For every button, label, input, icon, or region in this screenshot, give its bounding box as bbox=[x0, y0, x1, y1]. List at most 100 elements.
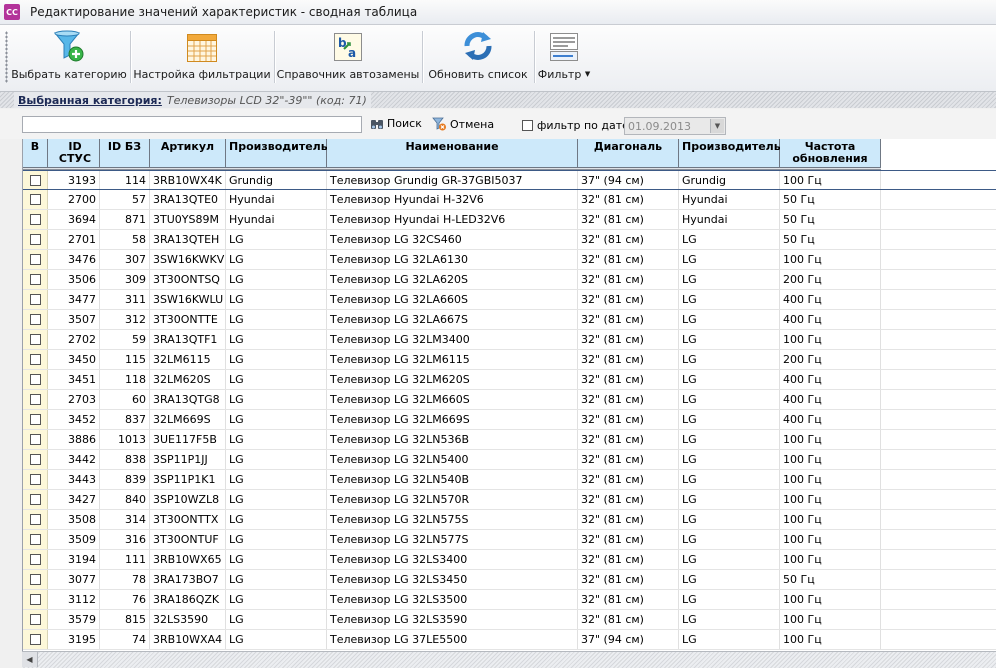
table-row[interactable]: 3477 311 3SW16KWLU LG Телевизор LG 32LA660S 3… bbox=[23, 290, 996, 310]
table-cell[interactable]: LG bbox=[679, 330, 780, 349]
table-cell[interactable]: 32" (81 см) bbox=[578, 450, 679, 469]
table-cell[interactable]: 3509 bbox=[48, 530, 100, 549]
table-cell[interactable]: LG bbox=[679, 310, 780, 329]
table-cell[interactable]: 3T30ONTSQ bbox=[150, 270, 226, 289]
table-cell[interactable]: 100 Гц bbox=[780, 590, 881, 609]
table-cell[interactable]: Телевизор LG 37LE5500 bbox=[327, 630, 578, 649]
select-category-button[interactable]: Выбрать категорию bbox=[11, 25, 127, 89]
table-cell[interactable]: Телевизор LG 32LM620S bbox=[327, 370, 578, 389]
table-cell[interactable]: 32" (81 см) bbox=[578, 330, 679, 349]
table-cell[interactable]: 3886 bbox=[48, 430, 100, 449]
row-checkbox[interactable] bbox=[29, 274, 41, 285]
table-cell[interactable]: 3RA13QTE0 bbox=[150, 190, 226, 209]
table-cell[interactable]: Телевизор LG 32LN570R bbox=[327, 490, 578, 509]
table-cell[interactable]: 3RB10WX4K bbox=[150, 171, 226, 189]
table-cell[interactable]: Hyundai bbox=[226, 190, 327, 209]
table-cell[interactable]: Телевизор LG 32LA660S bbox=[327, 290, 578, 309]
horizontal-scrollbar[interactable]: ◀ bbox=[22, 651, 996, 668]
table-cell[interactable]: LG bbox=[679, 510, 780, 529]
column-header-checkbox[interactable]: B bbox=[23, 139, 48, 168]
table-cell[interactable]: 32" (81 см) bbox=[578, 270, 679, 289]
table-row[interactable]: 3506 309 3T30ONTSQ LG Телевизор LG 32LA620S 3… bbox=[23, 270, 996, 290]
table-cell[interactable]: 37" (94 см) bbox=[578, 171, 679, 189]
table-cell[interactable]: LG bbox=[679, 490, 780, 509]
row-checkbox-cell[interactable] bbox=[23, 350, 48, 369]
row-checkbox[interactable] bbox=[29, 614, 41, 625]
table-row[interactable]: 3442 838 3SP11P1JJ LG Телевизор LG 32LN5400 3… bbox=[23, 450, 996, 470]
table-cell[interactable]: 3508 bbox=[48, 510, 100, 529]
row-checkbox-cell[interactable] bbox=[23, 171, 48, 189]
table-cell[interactable]: 200 Гц bbox=[780, 350, 881, 369]
column-header-manufacturer-2[interactable]: Производитель bbox=[679, 139, 781, 168]
table-row[interactable]: 3112 76 3RA186QZK LG Телевизор LG 32LS3500 32… bbox=[23, 590, 996, 610]
table-row[interactable]: 3450 115 32LM6115 LG Телевизор LG 32LM6115 32… bbox=[23, 350, 996, 370]
table-cell[interactable]: 3RA13QTEH bbox=[150, 230, 226, 249]
date-filter-check[interactable] bbox=[522, 120, 533, 131]
row-checkbox-cell[interactable] bbox=[23, 610, 48, 629]
row-checkbox[interactable] bbox=[29, 374, 41, 385]
row-checkbox[interactable] bbox=[29, 254, 41, 265]
table-cell[interactable]: LG bbox=[679, 230, 780, 249]
table-cell[interactable]: LG bbox=[226, 550, 327, 569]
table-cell[interactable]: LG bbox=[679, 530, 780, 549]
table-cell[interactable]: 32" (81 см) bbox=[578, 190, 679, 209]
table-cell[interactable]: Телевизор Grundig GR-37GBI5037 bbox=[327, 171, 578, 189]
table-cell[interactable]: 58 bbox=[100, 230, 150, 249]
table-cell[interactable]: LG bbox=[679, 430, 780, 449]
table-cell[interactable]: 100 Гц bbox=[780, 330, 881, 349]
table-cell[interactable]: Телевизор LG 32LN5400 bbox=[327, 450, 578, 469]
table-cell[interactable]: LG bbox=[679, 450, 780, 469]
table-cell[interactable]: LG bbox=[679, 370, 780, 389]
table-cell[interactable]: 2701 bbox=[48, 230, 100, 249]
table-cell[interactable]: LG bbox=[226, 290, 327, 309]
table-cell[interactable]: 3SP11P1K1 bbox=[150, 470, 226, 489]
table-cell[interactable]: Grundig bbox=[679, 171, 780, 189]
table-cell[interactable]: 839 bbox=[100, 470, 150, 489]
row-checkbox[interactable] bbox=[29, 394, 41, 405]
column-header-id-bz[interactable]: ID БЗ bbox=[100, 139, 150, 168]
table-cell[interactable]: 2703 bbox=[48, 390, 100, 409]
table-cell[interactable]: 3193 bbox=[48, 171, 100, 189]
table-cell[interactable]: 50 Гц bbox=[780, 190, 881, 209]
table-cell[interactable]: Телевизор LG 32LS3500 bbox=[327, 590, 578, 609]
table-cell[interactable]: 3112 bbox=[48, 590, 100, 609]
table-cell[interactable]: Телевизор LG 32LN575S bbox=[327, 510, 578, 529]
table-cell[interactable]: 815 bbox=[100, 610, 150, 629]
table-cell[interactable]: 100 Гц bbox=[780, 450, 881, 469]
table-cell[interactable]: Grundig bbox=[226, 171, 327, 189]
row-checkbox-cell[interactable] bbox=[23, 630, 48, 649]
row-checkbox[interactable] bbox=[29, 594, 41, 605]
table-cell[interactable]: 100 Гц bbox=[780, 630, 881, 649]
table-cell[interactable]: 118 bbox=[100, 370, 150, 389]
table-cell[interactable]: 3SW16KWLU bbox=[150, 290, 226, 309]
row-checkbox[interactable] bbox=[29, 514, 41, 525]
table-cell[interactable]: 200 Гц bbox=[780, 270, 881, 289]
table-cell[interactable]: 100 Гц bbox=[780, 610, 881, 629]
table-cell[interactable]: LG bbox=[226, 430, 327, 449]
table-cell[interactable]: 57 bbox=[100, 190, 150, 209]
table-row[interactable]: 3452 837 32LM669S LG Телевизор LG 32LM669S 32… bbox=[23, 410, 996, 430]
table-cell[interactable]: 32" (81 см) bbox=[578, 570, 679, 589]
table-cell[interactable]: LG bbox=[679, 470, 780, 489]
row-checkbox-cell[interactable] bbox=[23, 270, 48, 289]
table-cell[interactable]: Телевизор LG 32LN577S bbox=[327, 530, 578, 549]
table-cell[interactable]: Телевизор Hyundai H-32V6 bbox=[327, 190, 578, 209]
table-cell[interactable]: 3RA13QTF1 bbox=[150, 330, 226, 349]
table-cell[interactable]: 400 Гц bbox=[780, 290, 881, 309]
table-cell[interactable]: 3RA13QTG8 bbox=[150, 390, 226, 409]
table-cell[interactable]: LG bbox=[226, 310, 327, 329]
table-cell[interactable]: 314 bbox=[100, 510, 150, 529]
table-cell[interactable]: 76 bbox=[100, 590, 150, 609]
table-cell[interactable]: 3579 bbox=[48, 610, 100, 629]
table-cell[interactable]: 100 Гц bbox=[780, 430, 881, 449]
table-cell[interactable]: LG bbox=[679, 350, 780, 369]
table-cell[interactable]: LG bbox=[226, 510, 327, 529]
row-checkbox-cell[interactable] bbox=[23, 370, 48, 389]
table-row[interactable]: 3194 111 3RB10WX65 LG Телевизор LG 32LS3400 3… bbox=[23, 550, 996, 570]
table-cell[interactable]: LG bbox=[679, 570, 780, 589]
table-cell[interactable]: 32LS3590 bbox=[150, 610, 226, 629]
table-cell[interactable]: LG bbox=[226, 410, 327, 429]
table-cell[interactable]: 50 Гц bbox=[780, 570, 881, 589]
table-cell[interactable]: 3694 bbox=[48, 210, 100, 229]
table-cell[interactable]: LG bbox=[679, 550, 780, 569]
